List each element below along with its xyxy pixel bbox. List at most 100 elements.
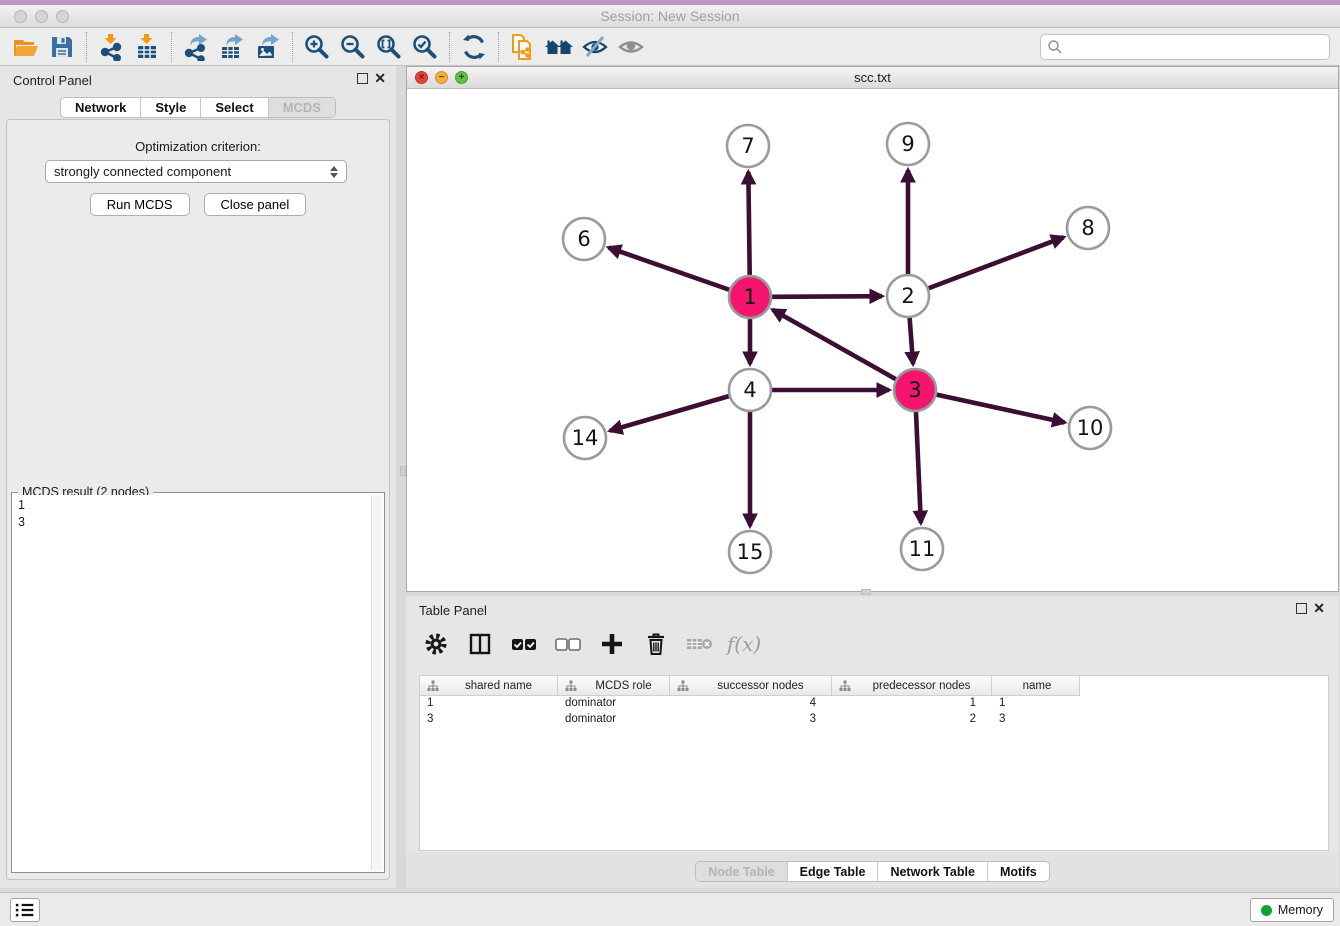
graph-node-label: 7 (741, 134, 754, 158)
close-panel-icon[interactable]: ✕ (374, 71, 386, 85)
zoom-out-button[interactable] (335, 31, 371, 63)
result-item[interactable]: 1 (18, 497, 366, 514)
column-header-name[interactable]: name (992, 676, 1080, 696)
graph-node-label: 2 (901, 284, 914, 308)
cell-predecessor-nodes[interactable]: 2 (832, 712, 992, 728)
open-folder-icon (12, 33, 40, 61)
cell-shared-name[interactable]: 1 (420, 696, 558, 712)
toolbar-search[interactable] (1040, 34, 1330, 60)
fit-content-button[interactable] (541, 31, 577, 63)
vertical-splitter-handle[interactable] (861, 589, 871, 595)
close-panel-button[interactable]: Close panel (204, 193, 307, 216)
toolbar-separator (292, 32, 293, 62)
refresh-icon (460, 33, 488, 61)
import-table-button[interactable] (129, 31, 165, 63)
result-scrollbar[interactable] (371, 495, 382, 870)
table-row[interactable]: 3 dominator 3 2 3 (420, 712, 1328, 728)
run-mcds-button[interactable]: Run MCDS (90, 193, 190, 216)
show-graphics-details-button[interactable] (613, 31, 649, 63)
function-builder-button[interactable]: f(x) (728, 628, 760, 660)
table-row[interactable]: 1 dominator 4 1 1 (420, 696, 1328, 712)
graph-edge-1-6[interactable] (609, 248, 730, 290)
cell-shared-name[interactable]: 3 (420, 712, 558, 728)
open-session-button[interactable] (8, 31, 44, 63)
zoom-fit-button[interactable] (371, 31, 407, 63)
delete-column-button[interactable] (640, 628, 672, 660)
float-table-panel-icon[interactable] (1296, 603, 1307, 614)
table-panel: Table Panel ✕ (406, 596, 1339, 888)
cell-name[interactable]: 3 (992, 712, 1080, 728)
graph-edge-1-2[interactable] (772, 296, 882, 297)
export-table-button[interactable] (214, 31, 250, 63)
eye-icon (617, 33, 645, 61)
import-network-icon (97, 33, 125, 61)
horizontal-splitter-handle[interactable] (400, 466, 406, 476)
column-header-predecessor-nodes[interactable]: predecessor nodes (832, 676, 992, 696)
cell-mcds-role[interactable]: dominator (558, 712, 670, 728)
graph-edge-2-3[interactable] (910, 318, 913, 364)
network-graph[interactable]: 1234678910111415 (407, 89, 1338, 591)
cell-name[interactable]: 1 (992, 696, 1080, 712)
column-header-shared-name[interactable]: shared name (420, 676, 558, 696)
graph-edge-4-14[interactable] (610, 396, 729, 431)
result-item[interactable]: 3 (18, 514, 366, 531)
cell-successor-nodes[interactable]: 3 (670, 712, 832, 728)
add-column-button[interactable] (596, 628, 628, 660)
save-icon (48, 33, 76, 61)
table-header-row: shared name MCDS role successor nodes pr… (420, 676, 1328, 696)
deselect-all-button[interactable] (552, 628, 584, 660)
graph-node-label: 15 (737, 540, 764, 564)
cell-successor-nodes[interactable]: 4 (670, 696, 832, 712)
mcds-result-list[interactable]: 1 3 (14, 495, 370, 870)
network-window-title: scc.txt (407, 70, 1338, 85)
column-header-successor-nodes[interactable]: successor nodes (670, 676, 832, 696)
zoom-in-button[interactable] (299, 31, 335, 63)
memory-button[interactable]: Memory (1250, 898, 1334, 922)
graph-node-label: 10 (1077, 416, 1104, 440)
clone-network-button[interactable] (505, 31, 541, 63)
tab-style[interactable]: Style (141, 98, 201, 117)
close-table-panel-icon[interactable]: ✕ (1313, 601, 1325, 615)
delete-table-button[interactable] (684, 628, 716, 660)
task-history-button[interactable] (10, 898, 40, 922)
tab-network[interactable]: Network (61, 98, 141, 117)
import-network-button[interactable] (93, 31, 129, 63)
zoom-selected-button[interactable] (407, 31, 443, 63)
node-table[interactable]: shared name MCDS role successor nodes pr… (419, 675, 1329, 851)
tab-mcds[interactable]: MCDS (269, 98, 335, 117)
graph-edge-3-11[interactable] (916, 412, 921, 523)
mcds-panel-body: Optimization criterion: strongly connect… (6, 119, 390, 880)
hierarchy-icon (839, 680, 851, 692)
save-session-button[interactable] (44, 31, 80, 63)
column-header-mcds-role[interactable]: MCDS role (558, 676, 670, 696)
refresh-button[interactable] (456, 31, 492, 63)
tab-motifs[interactable]: Motifs (988, 862, 1049, 881)
tab-network-table[interactable]: Network Table (878, 862, 988, 881)
network-canvas[interactable]: 1234678910111415 (407, 89, 1338, 591)
hide-graphics-details-button[interactable] (577, 31, 613, 63)
export-image-button[interactable] (250, 31, 286, 63)
search-input[interactable] (1063, 36, 1329, 58)
graph-edge-3-10[interactable] (936, 395, 1064, 423)
graph-node-label: 11 (909, 537, 936, 561)
table-settings-button[interactable] (420, 628, 452, 660)
zoom-out-icon (339, 33, 367, 61)
optimization-criterion-select[interactable]: strongly connected component (45, 160, 347, 183)
tab-edge-table[interactable]: Edge Table (788, 862, 879, 881)
toolbar-separator (498, 32, 499, 62)
tab-select[interactable]: Select (201, 98, 268, 117)
graph-node-label: 6 (577, 227, 590, 251)
cell-predecessor-nodes[interactable]: 1 (832, 696, 992, 712)
graph-edge-2-8[interactable] (929, 237, 1064, 288)
export-network-button[interactable] (178, 31, 214, 63)
control-panel-title: Control Panel (13, 73, 92, 88)
tab-node-table[interactable]: Node Table (696, 862, 787, 881)
cell-mcds-role[interactable]: dominator (558, 696, 670, 712)
graph-edge-1-7[interactable] (748, 172, 749, 275)
graph-edge-3-1[interactable] (773, 310, 896, 379)
network-window-titlebar[interactable]: × − + scc.txt (407, 67, 1338, 89)
select-all-button[interactable] (508, 628, 540, 660)
float-panel-icon[interactable] (357, 73, 368, 84)
column-visibility-button[interactable] (464, 628, 496, 660)
task-list-icon (15, 901, 35, 919)
